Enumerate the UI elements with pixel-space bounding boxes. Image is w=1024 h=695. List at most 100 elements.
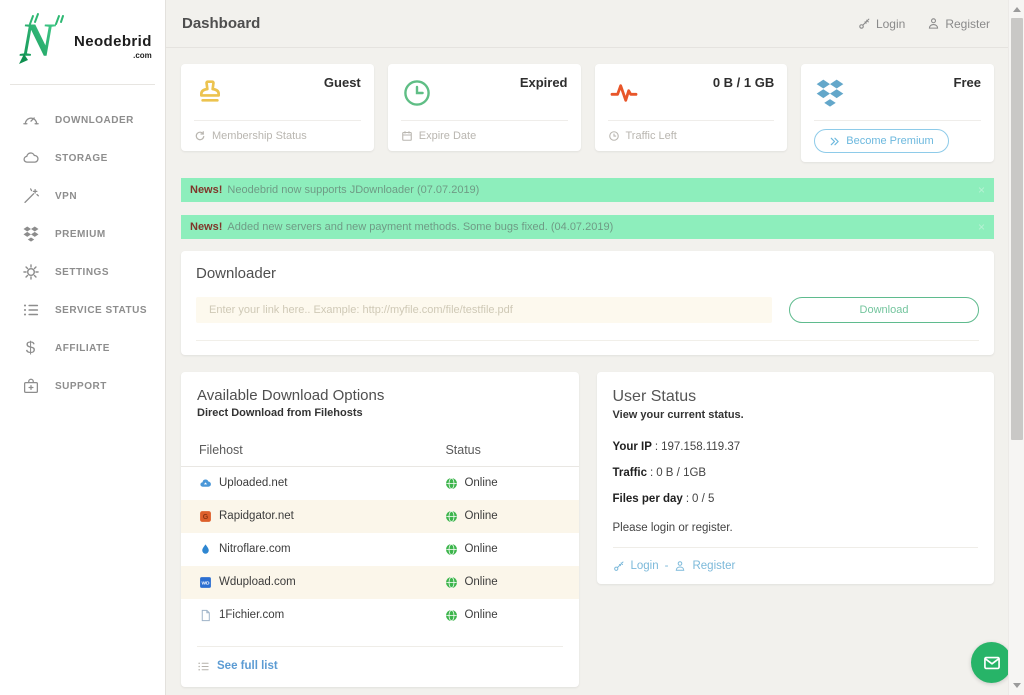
see-full-list-link[interactable]: See full list (217, 660, 278, 672)
dropbox-icon (21, 225, 40, 244)
register-link[interactable]: Register (692, 560, 735, 572)
table-row[interactable]: Nitroflare.com Online (181, 533, 579, 566)
user-status-card: User Status View your current status. Yo… (597, 372, 995, 584)
vertical-scrollbar[interactable] (1008, 0, 1024, 695)
brand-logo[interactable]: N Neodebrid .com (0, 0, 165, 74)
become-premium-button[interactable]: Become Premium (814, 129, 948, 153)
membership-status-card: Guest Membership Status (181, 64, 374, 151)
download-options-subtitle: Direct Download from Filehosts (197, 407, 563, 419)
sidebar-item-downloader[interactable]: DOWNLOADER (0, 101, 165, 139)
column-status: Status (427, 435, 578, 467)
sidebar-item-label: SUPPORT (55, 381, 107, 392)
person-icon (674, 560, 686, 572)
brand-logo-icon: N (16, 10, 68, 68)
uploaded-favicon (199, 477, 212, 490)
expire-date-label: Expire Date (419, 130, 476, 142)
register-link[interactable]: Register (927, 17, 990, 31)
table-row[interactable]: 1Fichier.com Online (181, 599, 579, 632)
field-label: Your IP (613, 441, 652, 453)
sidebar-item-label: SERVICE STATUS (55, 305, 147, 316)
clock-icon (401, 77, 433, 109)
field-separator: : (650, 467, 653, 479)
svg-text:G: G (203, 514, 209, 521)
login-link[interactable]: Login (858, 17, 905, 31)
login-note: Please login or register. (613, 522, 979, 534)
list-icon (197, 660, 210, 673)
expire-date-value: Expired (520, 75, 568, 90)
nitroflare-favicon (199, 543, 212, 556)
status-badge: Online (464, 543, 497, 555)
premium-card: Free Become Premium (801, 64, 994, 162)
envelope-icon (982, 653, 1002, 673)
chat-button[interactable] (971, 642, 1012, 683)
downloader-card: Downloader Download (181, 251, 994, 355)
dollar-icon: $ (21, 339, 40, 358)
sidebar: N Neodebrid .com DOWNLOADER STORAGE VP (0, 0, 166, 695)
field-value: 0 / 5 (692, 493, 714, 505)
online-globe-icon (445, 510, 458, 523)
sidebar-item-premium[interactable]: PREMIUM (0, 215, 165, 253)
field-value: 197.158.119.37 (661, 441, 740, 453)
person-icon (927, 17, 940, 30)
downloader-title: Downloader (196, 265, 979, 282)
close-icon[interactable]: × (978, 220, 985, 234)
sidebar-item-support[interactable]: SUPPORT (0, 367, 165, 405)
clock-small-icon (608, 130, 620, 142)
field-separator: : (655, 441, 658, 453)
login-label: Login (876, 17, 905, 31)
register-label: Register (945, 17, 990, 31)
login-link[interactable]: Login (631, 560, 659, 572)
scrollbar-thumb[interactable] (1011, 18, 1023, 440)
news-text: Added new servers and new payment method… (227, 221, 613, 233)
news-text: Neodebrid now supports JDownloader (07.0… (227, 184, 479, 196)
close-icon[interactable]: × (978, 183, 985, 197)
sidebar-item-vpn[interactable]: VPN (0, 177, 165, 215)
link-separator: - (665, 560, 669, 572)
expire-date-card: Expired Expire Date (388, 64, 581, 151)
key-icon (858, 17, 871, 30)
status-badge: Online (464, 477, 497, 489)
scroll-up-arrow-icon[interactable] (1013, 7, 1021, 12)
sidebar-item-settings[interactable]: SETTINGS (0, 253, 165, 291)
wdupload-favicon: WD (199, 576, 212, 589)
scroll-down-arrow-icon[interactable] (1013, 683, 1021, 688)
news-prefix: News! (190, 221, 222, 233)
sidebar-divider (10, 84, 155, 85)
download-options-title: Available Download Options (197, 387, 563, 404)
become-premium-label: Become Premium (846, 135, 933, 147)
dropbox-icon (814, 77, 846, 109)
filehost-name: Uploaded.net (219, 477, 287, 489)
brand-tld: .com (133, 51, 152, 60)
premium-value: Free (954, 75, 981, 90)
traffic-left-value: 0 B / 1 GB (713, 75, 774, 90)
sidebar-item-service-status[interactable]: SERVICE STATUS (0, 291, 165, 329)
field-label: Files per day (613, 493, 683, 505)
table-row[interactable]: G Rapidgator.net Online (181, 500, 579, 533)
sidebar-item-affiliate[interactable]: $ AFFILIATE (0, 329, 165, 367)
filehost-name: Rapidgator.net (219, 510, 294, 522)
user-ip-field: Your IP:197.158.119.37 (613, 441, 979, 453)
sidebar-item-label: DOWNLOADER (55, 115, 134, 126)
onefichier-favicon (199, 609, 212, 622)
rapidgator-favicon: G (199, 510, 212, 523)
online-globe-icon (445, 576, 458, 589)
status-badge: Online (464, 510, 497, 522)
download-button[interactable]: Download (789, 297, 979, 323)
link-input[interactable] (196, 297, 772, 323)
table-row[interactable]: Uploaded.net Online (181, 467, 579, 500)
online-globe-icon (445, 609, 458, 622)
cloud-icon (21, 149, 40, 168)
sidebar-item-storage[interactable]: STORAGE (0, 139, 165, 177)
list-icon (21, 301, 40, 320)
filehost-name: 1Fichier.com (219, 609, 284, 621)
table-row[interactable]: WD Wdupload.com Online (181, 566, 579, 599)
brand-name: Neodebrid (74, 33, 152, 50)
status-badge: Online (464, 576, 497, 588)
traffic-left-label: Traffic Left (626, 130, 677, 142)
wand-icon (21, 187, 40, 206)
filehost-name: Wdupload.com (219, 576, 296, 588)
sidebar-item-label: AFFILIATE (55, 343, 110, 354)
news-prefix: News! (190, 184, 222, 196)
status-badge: Online (464, 609, 497, 621)
briefcase-icon (21, 377, 40, 396)
